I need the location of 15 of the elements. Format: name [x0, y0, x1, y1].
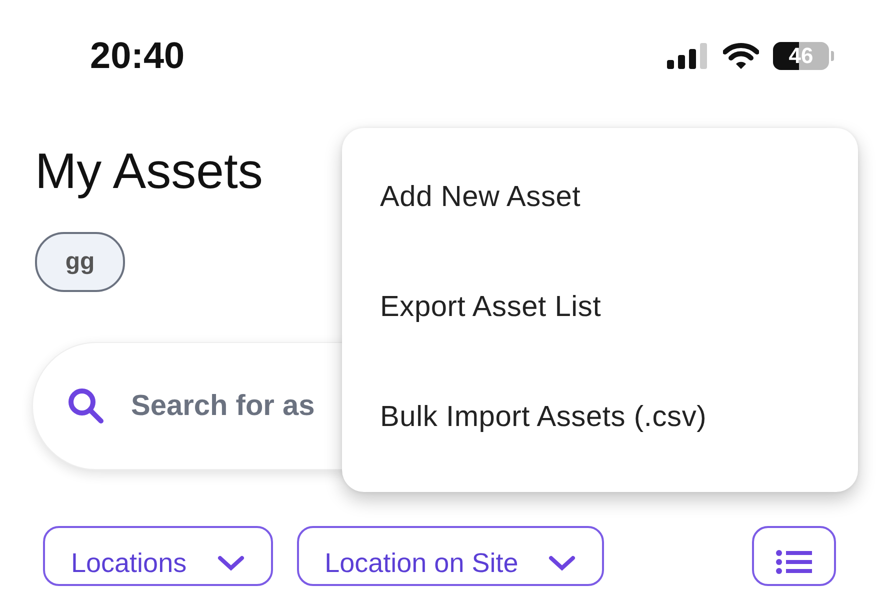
dropdown-button[interactable]: Locations: [43, 526, 273, 586]
menu-item[interactable]: Bulk Import Assets (.csv): [342, 362, 858, 472]
wifi-icon: [723, 42, 759, 70]
menu-item[interactable]: Export Asset List: [342, 252, 858, 362]
signal-icon: [667, 43, 709, 69]
filter-chip[interactable]: gg: [35, 232, 125, 292]
list-icon: [776, 550, 812, 574]
clock-time: 20:40: [90, 35, 185, 77]
dropdown-button[interactable]: Location on Site: [296, 526, 604, 586]
chevron-down-icon: [548, 555, 576, 571]
page-title: My Assets: [35, 142, 263, 201]
menu-item[interactable]: Add New Asset: [342, 142, 858, 252]
list-view-button[interactable]: [752, 526, 836, 586]
chevron-down-icon: [216, 555, 245, 571]
search-icon: [68, 388, 104, 424]
